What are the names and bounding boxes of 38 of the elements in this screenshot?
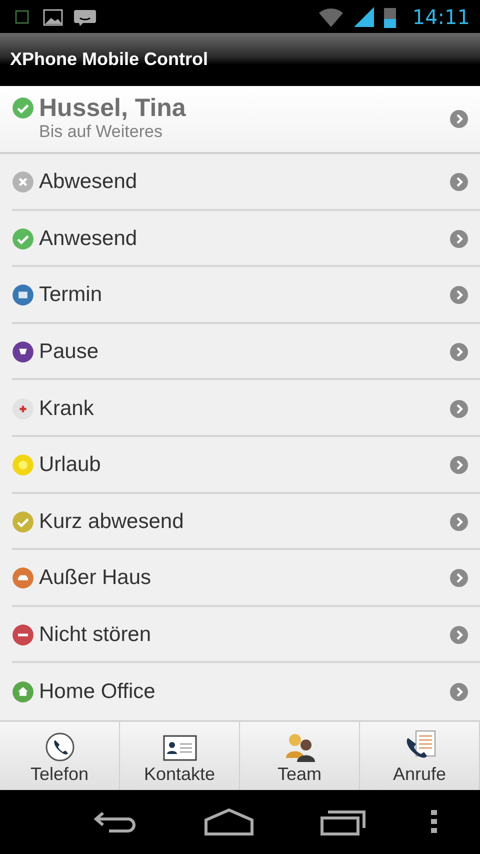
overflow-menu-icon[interactable]	[431, 810, 438, 834]
phone-icon	[44, 732, 74, 762]
chevron-icon	[450, 173, 468, 192]
battery-icon	[384, 6, 396, 28]
status-option[interactable]: Urlaub	[0, 436, 480, 494]
status-duration: Bis auf Weiteres	[39, 122, 164, 142]
app-title: XPhone Mobile Control	[10, 49, 208, 70]
chevron-icon	[450, 456, 468, 474]
chevron-icon	[450, 682, 468, 701]
chevron-icon	[450, 626, 468, 644]
status-option[interactable]: Abwesend	[0, 154, 480, 211]
clock: 14:11	[412, 4, 470, 28]
status-option[interactable]: Krank	[0, 380, 480, 437]
home-icon[interactable]	[204, 808, 254, 836]
status-option[interactable]: Pause	[0, 324, 480, 380]
recent-apps-icon[interactable]	[320, 808, 366, 836]
status-option[interactable]: Außer Haus	[0, 550, 480, 607]
chevron-icon	[450, 569, 468, 588]
signal-icon	[354, 6, 374, 26]
status-option[interactable]: Termin	[0, 267, 480, 324]
status-option[interactable]: Anwesend	[0, 210, 480, 268]
current-status-header[interactable]: Hussel, Tina Bis auf Weiteres	[0, 86, 480, 154]
tab-button[interactable]: Telefon	[0, 722, 120, 790]
tab-button[interactable]: Anrufe	[360, 722, 480, 790]
chevron-icon	[450, 110, 468, 128]
chevron-icon	[450, 286, 468, 304]
chevron-icon	[450, 400, 468, 418]
wifi-icon	[318, 6, 344, 26]
status-option[interactable]: Home Office	[0, 663, 480, 720]
user-name: Hussel, Tina	[39, 94, 187, 122]
contact-card-icon	[162, 734, 196, 762]
chevron-icon	[450, 343, 468, 362]
chevron-icon	[450, 230, 468, 248]
chevron-icon	[450, 512, 468, 531]
status-option[interactable]: Kurz abwesend	[0, 494, 480, 550]
status-option[interactable]: Nicht stören	[0, 606, 480, 664]
tab-button[interactable]: Team	[240, 722, 360, 790]
tab-button[interactable]: Kontakte	[120, 722, 240, 790]
